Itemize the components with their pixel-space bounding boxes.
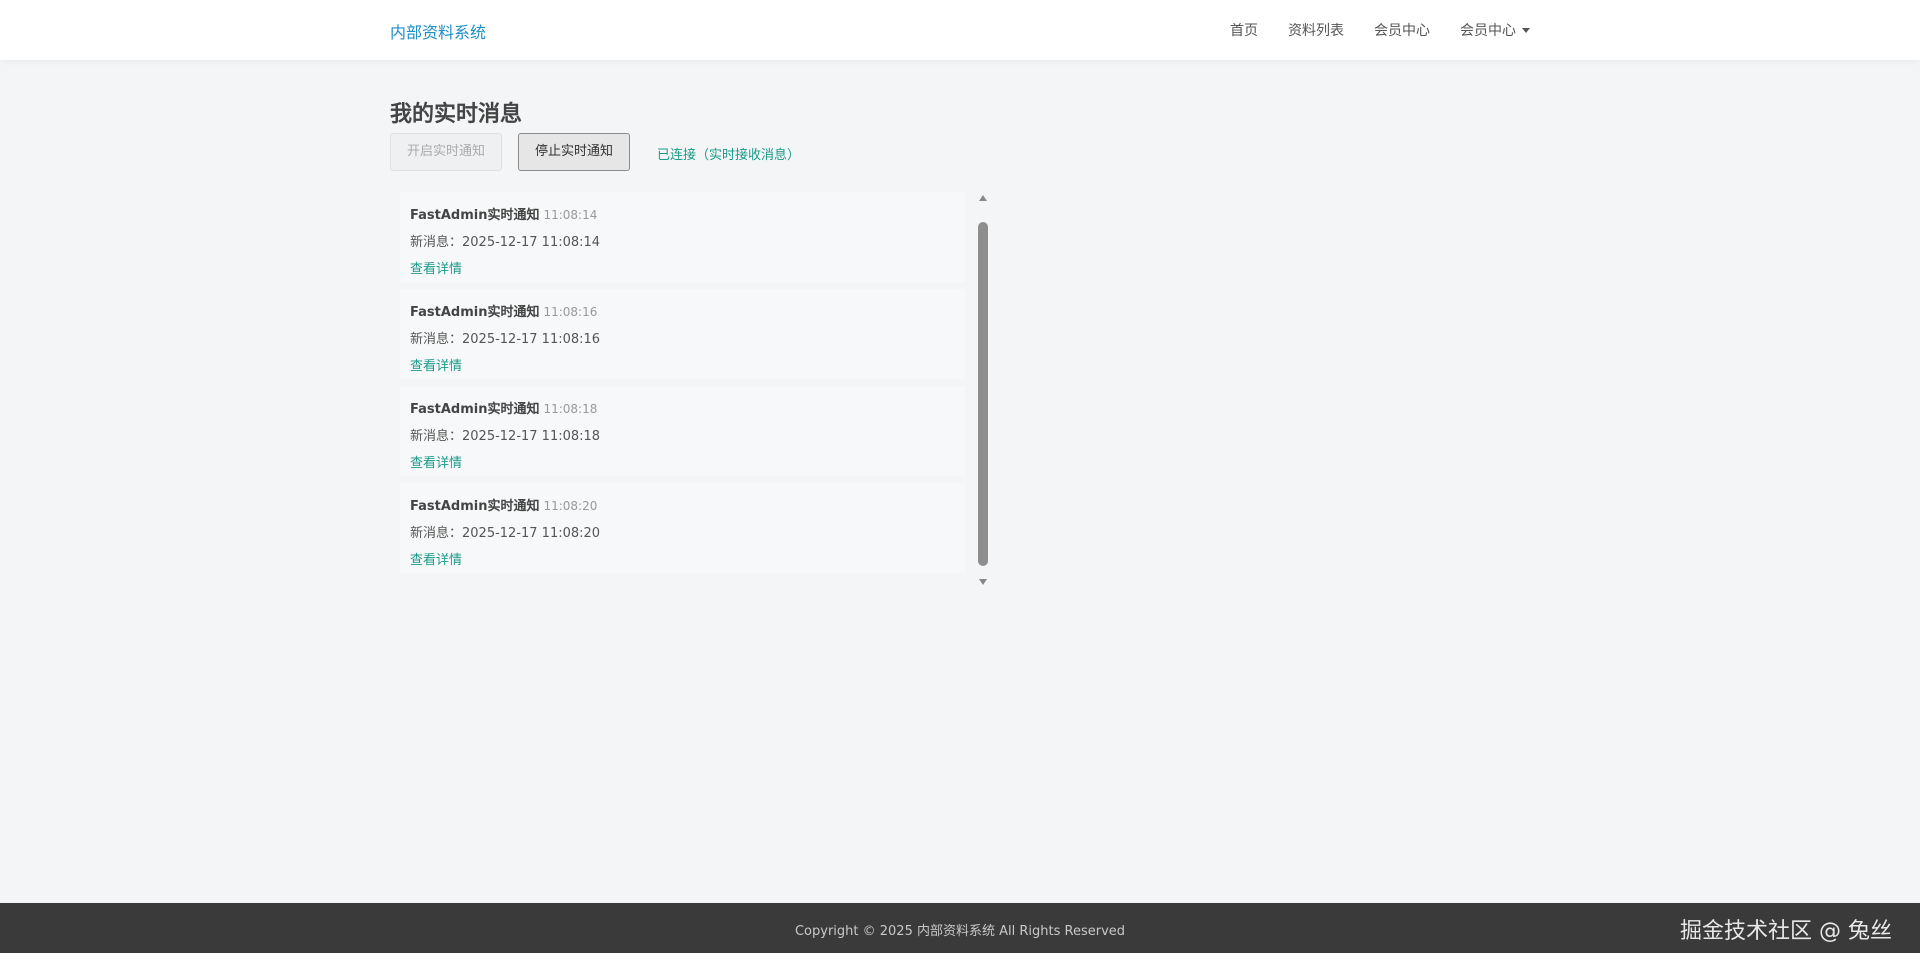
start-notification-button[interactable]: 开启实时通知: [390, 133, 503, 171]
message-time: 11:08:20: [543, 499, 598, 513]
page-footer: Copyright © 2025 内部资料系统 All Rights Reser…: [0, 903, 1920, 953]
top-navbar: 内部资料系统 首页 资料列表 会员中心 会员中心: [0, 0, 1920, 60]
nav-menu: 首页 资料列表 会员中心 会员中心: [1200, 20, 1530, 40]
view-details-link[interactable]: 查看详情: [410, 258, 462, 277]
message-time: 11:08:14: [543, 208, 598, 222]
message-item: FastAdmin实时通知 11:08:14 新消息：2025-12-17 11:…: [400, 192, 965, 282]
scrollbar-thumb[interactable]: [978, 222, 988, 566]
nav-item-member-center[interactable]: 会员中心: [1374, 20, 1430, 40]
message-sender: FastAdmin实时通知: [410, 499, 540, 514]
message-body: 新消息：2025-12-17 11:08:16: [410, 332, 601, 347]
caret-down-icon: [1522, 27, 1530, 33]
view-details-link[interactable]: 查看详情: [410, 549, 462, 568]
scroll-up-arrow-icon[interactable]: [979, 195, 987, 201]
message-time: 11:08:18: [543, 402, 598, 416]
copyright-text: Copyright © 2025 内部资料系统 All Rights Reser…: [794, 924, 1126, 939]
stop-notification-button[interactable]: 停止实时通知: [518, 133, 631, 171]
scroll-down-arrow-icon[interactable]: [979, 579, 987, 585]
message-body: 新消息：2025-12-17 11:08:20: [410, 526, 601, 541]
page-title: 我的实时消息: [390, 102, 523, 127]
message-scroll-container[interactable]: FastAdmin实时通知 11:08:14 新消息：2025-12-17 11:…: [400, 192, 990, 588]
message-sender: FastAdmin实时通知: [410, 305, 540, 320]
nav-item-member-dropdown[interactable]: 会员中心: [1460, 20, 1530, 40]
message-item: FastAdmin实时通知 11:08:18 新消息：2025-12-17 11:…: [400, 386, 965, 476]
nav-dropdown-label: 会员中心: [1460, 23, 1516, 39]
message-time: 11:08:16: [543, 305, 598, 319]
message-body: 新消息：2025-12-17 11:08:18: [410, 429, 601, 444]
nav-item-resource-list[interactable]: 资料列表: [1288, 20, 1344, 40]
connection-status: 已连接（实时接收消息）: [657, 148, 801, 163]
message-sender: FastAdmin实时通知: [410, 402, 540, 417]
message-body: 新消息：2025-12-17 11:08:14: [410, 235, 601, 250]
message-sender: FastAdmin实时通知: [410, 208, 540, 223]
view-details-link[interactable]: 查看详情: [410, 452, 462, 471]
message-item: FastAdmin实时通知 11:08:16 新消息：2025-12-17 11:…: [400, 289, 965, 379]
message-scrollbar[interactable]: [976, 192, 990, 588]
nav-item-home[interactable]: 首页: [1230, 20, 1258, 40]
brand-link[interactable]: 内部资料系统: [390, 19, 486, 43]
view-details-link[interactable]: 查看详情: [410, 355, 462, 374]
message-list: FastAdmin实时通知 11:08:14 新消息：2025-12-17 11:…: [400, 192, 965, 580]
message-item: FastAdmin实时通知 11:08:20 新消息：2025-12-17 11:…: [400, 483, 965, 573]
watermark-text: 掘金技术社区 @ 兔丝: [1680, 919, 1892, 944]
